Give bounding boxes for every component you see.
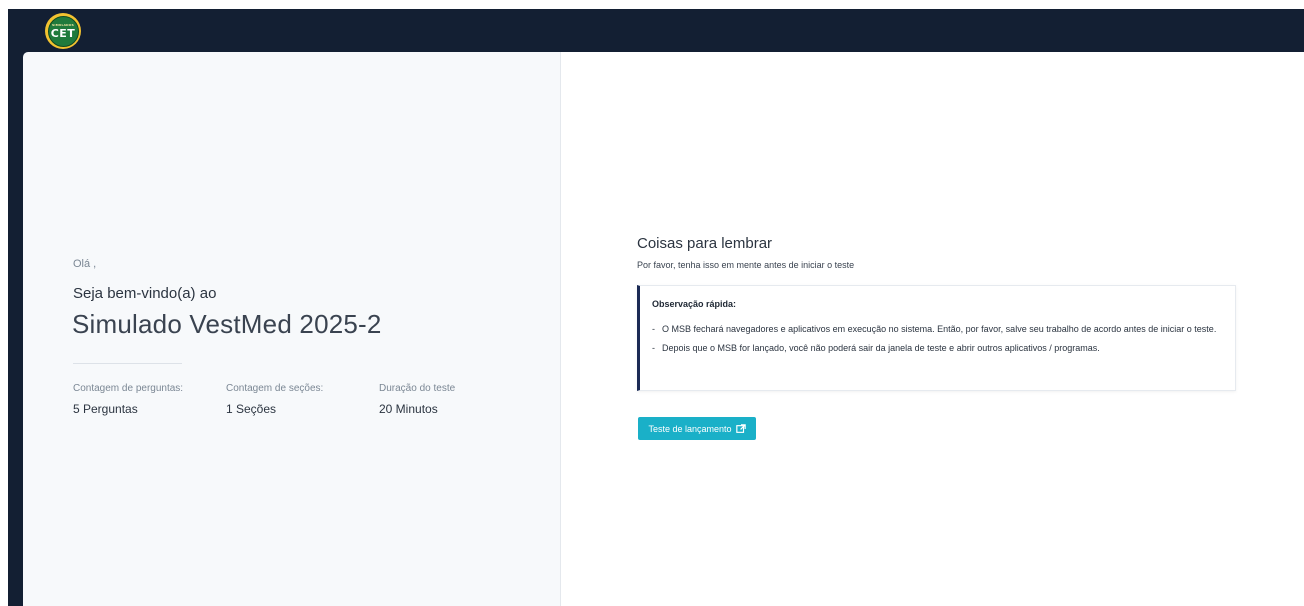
note-dash: - bbox=[652, 343, 655, 353]
stat-value: 5 Perguntas bbox=[73, 402, 138, 416]
test-title: Simulado VestMed 2025-2 bbox=[72, 309, 382, 339]
logo-text: CET bbox=[50, 26, 76, 40]
welcome-panel: Olá , Seja bem-vindo(a) ao Simulado Vest… bbox=[23, 52, 561, 606]
launch-button-label: Teste de lançamento bbox=[648, 423, 732, 434]
welcome-text: Seja bem-vindo(a) ao bbox=[73, 285, 217, 302]
greeting: Olá , bbox=[73, 258, 97, 270]
stat-label: Duração do teste bbox=[379, 383, 456, 394]
main-content: Olá , Seja bem-vindo(a) ao Simulado Vest… bbox=[23, 52, 1304, 606]
reminders-title: Coisas para lembrar bbox=[637, 235, 773, 252]
stat-value: 20 Minutos bbox=[379, 402, 438, 416]
stat-value: 1 Seções bbox=[226, 402, 277, 416]
stat-section-count: Contagem de seções: 1 Seções bbox=[226, 383, 323, 416]
cet-logo[interactable]: SIMULADOS CET bbox=[45, 13, 81, 49]
stat-label: Contagem de seções: bbox=[226, 383, 324, 394]
external-link-icon bbox=[735, 423, 746, 433]
note-item-text: Depois que o MSB for lançado, você não p… bbox=[662, 343, 1100, 353]
note-item-text: O MSB fechará navegadores e aplicativos … bbox=[662, 324, 1217, 334]
stat-duration: Duração do teste 20 Minutos bbox=[379, 383, 455, 416]
app-frame: SIMULADOS CET Olá , Seja bem-vindo(a) ao… bbox=[8, 9, 1304, 606]
note-item: - O MSB fechará navegadores e aplicativo… bbox=[652, 322, 1223, 337]
reminders-panel: Coisas para lembrar Por favor, tenha iss… bbox=[561, 52, 1304, 606]
logo-badge: SIMULADOS CET bbox=[47, 15, 79, 47]
reminders-subtitle: Por favor, tenha isso em mente antes de … bbox=[637, 260, 855, 270]
divider bbox=[73, 363, 182, 364]
quick-note-box: Observação rápida: - O MSB fechará naveg… bbox=[637, 285, 1236, 391]
note-title: Observação rápida: bbox=[652, 299, 737, 309]
launch-test-button[interactable]: Teste de lançamento bbox=[638, 417, 756, 440]
stat-question-count: Contagem de perguntas: 5 Perguntas bbox=[73, 383, 183, 416]
stat-label: Contagem de perguntas: bbox=[73, 383, 184, 394]
note-item: - Depois que o MSB for lançado, você não… bbox=[652, 341, 1223, 356]
note-dash: - bbox=[652, 324, 655, 334]
